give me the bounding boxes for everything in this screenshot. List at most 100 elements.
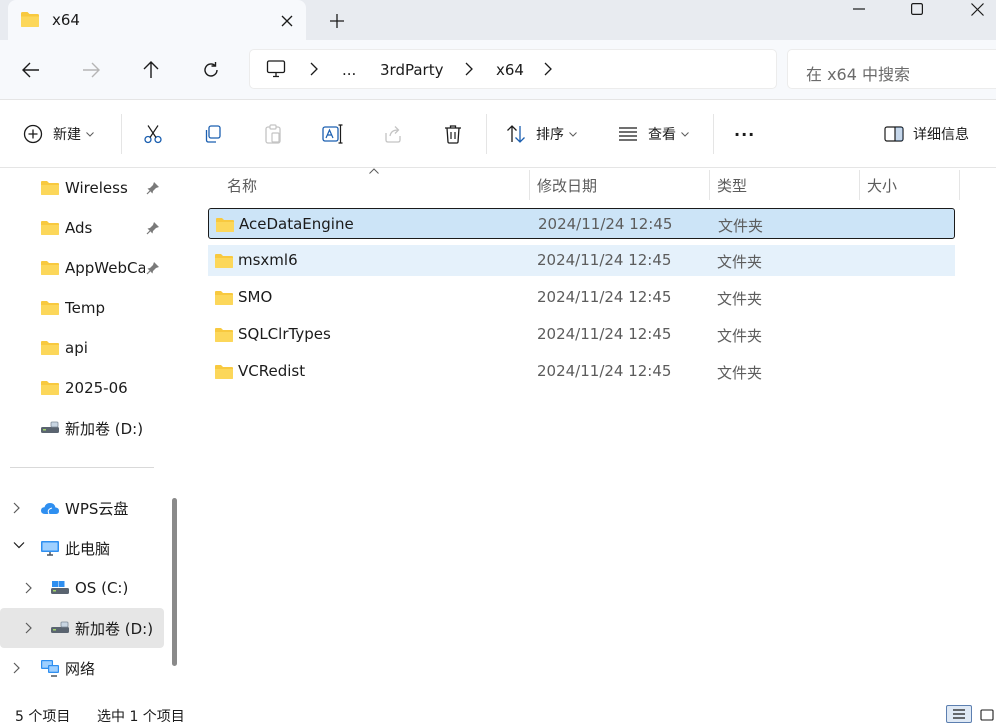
more-options-button[interactable]: ··· (734, 122, 755, 146)
pin-icon (146, 181, 160, 195)
folder-icon (214, 327, 234, 343)
breadcrumb-x64[interactable]: x64 (496, 61, 524, 79)
sidebar-item-api[interactable]: api (0, 328, 164, 368)
sidebar-item-label: AppWebCache (65, 259, 145, 277)
view-button[interactable]: 查看 (618, 122, 689, 146)
chevron-right-icon[interactable] (13, 661, 21, 675)
sidebar-item-label: api (65, 339, 88, 357)
selection-count: 选中 1 个项目 (97, 709, 185, 725)
cut-icon[interactable] (142, 122, 164, 146)
column-header-name[interactable]: 名称 (227, 168, 257, 202)
search-placeholder[interactable]: 在 x64 中搜索 (806, 61, 910, 85)
file-type: 文件夹 (717, 364, 763, 382)
new-label: 新建 (53, 127, 81, 143)
computer-icon[interactable] (266, 59, 286, 79)
sidebar-item-this-pc[interactable]: 此电脑 (0, 528, 164, 568)
sort-label: 排序 (536, 127, 564, 143)
sidebar-item-label: 此电脑 (65, 539, 111, 558)
address-bar[interactable]: ... 3rdParty x64 (249, 49, 777, 89)
sidebar-item-appwebcache[interactable]: AppWebCache (0, 248, 164, 288)
folder-icon (214, 253, 234, 269)
table-row[interactable]: VCRedist 2024/11/24 12:45 文件夹 (208, 356, 955, 387)
folder-icon (214, 364, 234, 380)
add-circle-icon (23, 124, 43, 144)
column-header-modified[interactable]: 修改日期 (537, 168, 597, 202)
file-type: 文件夹 (717, 253, 763, 271)
folder-icon (40, 380, 60, 396)
sidebar-item-temp[interactable]: Temp (0, 288, 164, 328)
chevron-down-icon[interactable] (13, 541, 25, 549)
sidebar-item-label: WPS云盘 (65, 499, 129, 518)
sidebar-scrollbar[interactable] (172, 498, 177, 666)
pin-icon (146, 261, 160, 275)
tab-x64[interactable]: x64 (8, 0, 306, 40)
table-row[interactable]: SQLClrTypes 2024/11/24 12:45 文件夹 (208, 319, 955, 350)
sidebar-item-wps-cloud[interactable]: WPS云盘 (0, 488, 164, 528)
sidebar-item-network[interactable]: 网络 (0, 648, 164, 688)
command-bar: 新建 排序 查看 ··· 详细信息 (0, 100, 996, 168)
column-header-size[interactable]: 大小 (867, 168, 897, 202)
new-button[interactable]: 新建 (23, 122, 94, 146)
details-pane-button[interactable]: 详细信息 (884, 122, 969, 146)
table-row[interactable]: AceDataEngine 2024/11/24 12:45 文件夹 (208, 208, 955, 239)
sidebar-item-label: Ads (65, 219, 93, 237)
network-icon (40, 659, 60, 677)
chevron-right-icon[interactable] (544, 62, 552, 76)
paste-icon[interactable] (262, 122, 284, 146)
chevron-right-icon[interactable] (465, 62, 473, 76)
forward-arrow-icon[interactable] (78, 58, 104, 82)
sidebar-item-label: OS (C:) (75, 579, 129, 597)
column-divider[interactable] (529, 170, 530, 200)
sort-ascending-icon (369, 168, 379, 174)
file-modified: 2024/11/24 12:45 (537, 362, 672, 380)
chevron-right-icon[interactable] (25, 581, 33, 595)
file-name: VCRedist (238, 362, 306, 380)
table-row[interactable]: msxml6 2024/11/24 12:45 文件夹 (208, 245, 955, 276)
back-arrow-icon[interactable] (18, 58, 44, 82)
title-bar: x64 (0, 0, 996, 40)
sidebar-item-drive-d[interactable]: 新加卷 (D:) (0, 608, 164, 648)
column-divider[interactable] (859, 170, 860, 200)
breadcrumb-3rdparty[interactable]: 3rdParty (380, 61, 443, 79)
search-box[interactable]: 在 x64 中搜索 (787, 49, 996, 89)
refresh-icon[interactable] (198, 58, 224, 82)
share-icon[interactable] (382, 122, 404, 146)
divider (121, 114, 122, 154)
sidebar-item-label: 新加卷 (D:) (65, 419, 144, 438)
column-divider[interactable] (709, 170, 710, 200)
column-divider[interactable] (959, 170, 960, 200)
maximize-icon[interactable] (904, 0, 930, 18)
chevron-right-icon[interactable] (310, 62, 318, 76)
sidebar-item-2025-06[interactable]: 2025-06 (0, 368, 164, 408)
sidebar-item-wireless[interactable]: Wireless (0, 168, 164, 208)
breadcrumb-overflow[interactable]: ... (342, 61, 356, 79)
table-row[interactable]: SMO 2024/11/24 12:45 文件夹 (208, 282, 955, 313)
chevron-right-icon[interactable] (13, 501, 21, 515)
file-modified: 2024/11/24 12:45 (537, 251, 672, 269)
details-view-icon[interactable] (946, 705, 972, 723)
copy-icon[interactable] (202, 122, 224, 146)
sidebar-item-drive-d-quick[interactable]: 新加卷 (D:) (0, 408, 164, 448)
column-header-type[interactable]: 类型 (717, 168, 747, 202)
details-pane-icon (884, 126, 904, 142)
chevron-down-icon (86, 131, 94, 137)
navigation-bar: ... 3rdParty x64 在 x64 中搜索 (0, 40, 996, 100)
sort-button[interactable]: 排序 (506, 122, 577, 146)
sidebar-item-drive-c[interactable]: OS (C:) (0, 568, 164, 608)
minimize-icon[interactable] (846, 0, 872, 18)
rename-icon[interactable] (322, 122, 344, 146)
close-window-icon[interactable] (964, 0, 990, 18)
up-arrow-icon[interactable] (138, 58, 164, 82)
new-tab-icon[interactable] (326, 10, 348, 32)
delete-icon[interactable] (442, 122, 464, 146)
file-name: AceDataEngine (239, 215, 354, 233)
folder-icon (215, 217, 235, 233)
file-type: 文件夹 (718, 217, 764, 235)
sidebar-item-ads[interactable]: Ads (0, 208, 164, 248)
divider (10, 467, 154, 468)
sidebar-item-label: Temp (65, 299, 105, 317)
chevron-right-icon[interactable] (25, 621, 33, 635)
file-list: 名称 修改日期 类型 大小 AceDataEngine 2024/11/24 1… (186, 168, 996, 705)
folder-icon (40, 300, 60, 316)
close-tab-icon[interactable] (276, 10, 298, 32)
